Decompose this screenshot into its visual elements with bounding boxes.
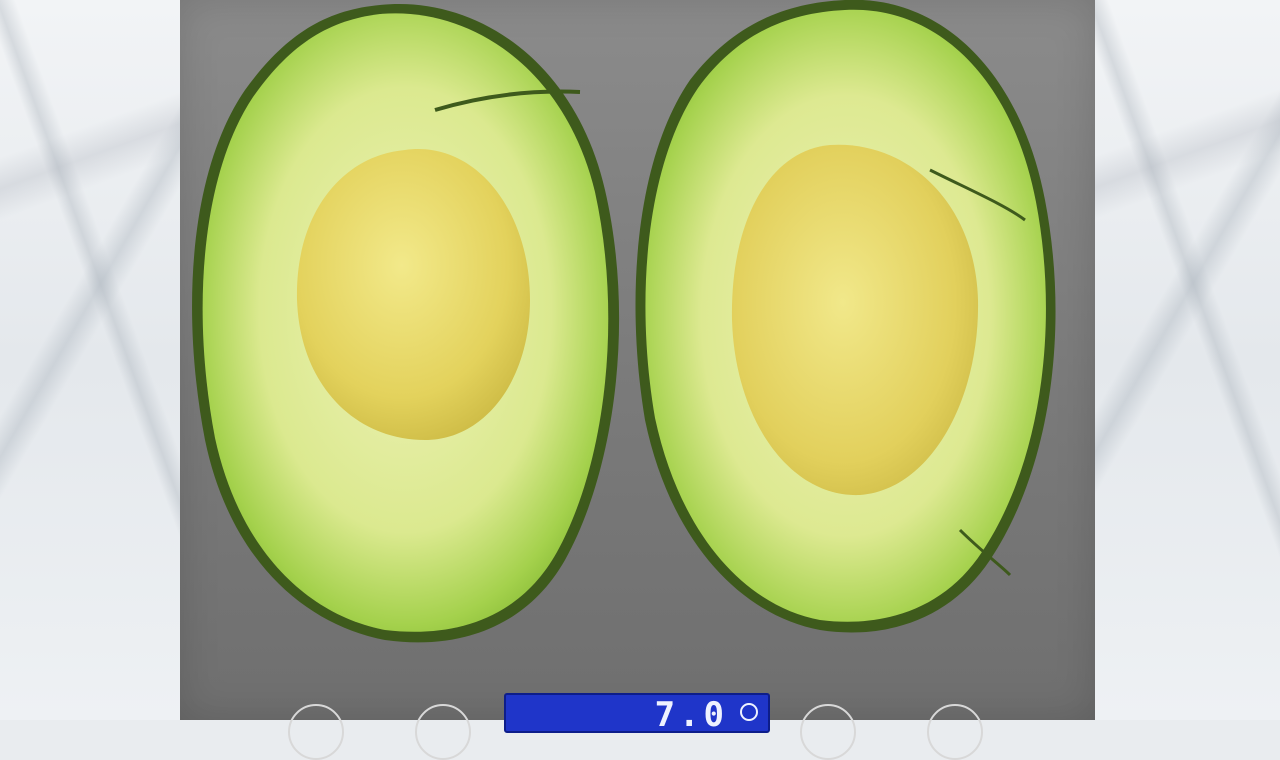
weight-reading: 7.0: [654, 695, 728, 735]
avocado-half-right: [635, 0, 1056, 633]
tare-button[interactable]: [800, 704, 856, 760]
mode-button[interactable]: [415, 704, 471, 760]
scale-display: 7.0: [504, 693, 770, 735]
unit-button[interactable]: [927, 704, 983, 760]
marble-countertop-left: [0, 0, 185, 720]
marble-countertop-right: [1090, 0, 1280, 720]
power-button[interactable]: [288, 704, 344, 760]
unit-icon: [740, 703, 758, 721]
avocado-half-left: [192, 3, 620, 643]
